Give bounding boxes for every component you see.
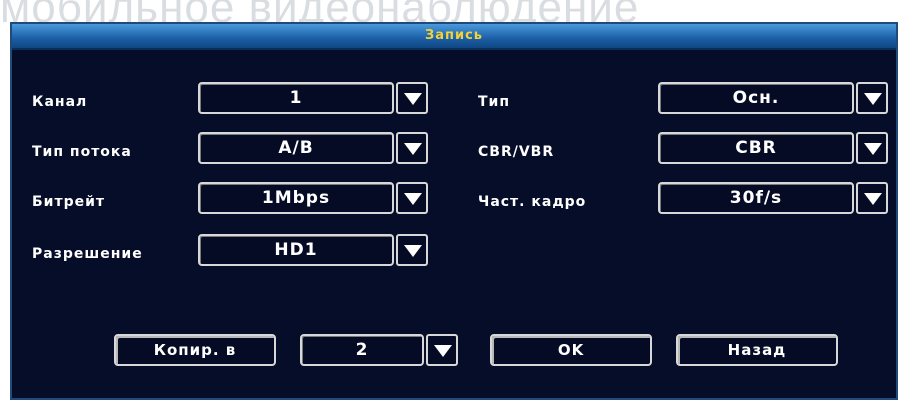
bitrate-label: Битрейт xyxy=(32,194,106,210)
cbr-vbr-dropdown-button[interactable] xyxy=(856,132,888,164)
triangle-down-icon xyxy=(404,93,422,105)
type-label: Тип xyxy=(478,94,511,110)
frame-rate-select[interactable]: 30f/s xyxy=(658,182,854,214)
copy-target-value: 2 xyxy=(355,340,369,360)
cbr-vbr-select[interactable]: CBR xyxy=(658,132,854,164)
triangle-down-icon xyxy=(404,193,422,205)
type-select[interactable]: Осн. xyxy=(658,82,854,114)
resolution-dropdown-button[interactable] xyxy=(396,234,428,266)
dialog-title: Запись xyxy=(424,28,484,43)
triangle-down-icon xyxy=(864,143,882,155)
cbr-vbr-value: CBR xyxy=(735,138,777,158)
triangle-down-icon xyxy=(404,143,422,155)
resolution-select[interactable]: HD1 xyxy=(198,234,394,266)
channel-dropdown-button[interactable] xyxy=(396,82,428,114)
cbr-vbr-label: CBR/VBR xyxy=(478,144,555,160)
back-button[interactable]: Назад xyxy=(676,334,838,366)
triangle-down-icon xyxy=(864,93,882,105)
bitrate-dropdown-button[interactable] xyxy=(396,182,428,214)
channel-label: Канал xyxy=(32,94,88,110)
recording-settings-dialog: Запись Канал 1 Тип Осн. Тип потока А/В C… xyxy=(10,22,898,400)
frame-rate-dropdown-button[interactable] xyxy=(856,182,888,214)
bitrate-value: 1Mbps xyxy=(261,188,331,208)
channel-value: 1 xyxy=(289,88,303,108)
copy-to-button[interactable]: Копир. в xyxy=(114,334,276,366)
frame-rate-label: Част. кадро xyxy=(478,194,587,210)
resolution-value: HD1 xyxy=(274,240,318,260)
copy-target-dropdown-button[interactable] xyxy=(426,334,458,366)
ok-button[interactable]: OK xyxy=(490,334,652,366)
copy-target-select[interactable]: 2 xyxy=(300,334,424,366)
dialog-titlebar: Запись xyxy=(12,24,896,50)
frame-rate-value: 30f/s xyxy=(729,188,783,208)
stream-type-value: А/В xyxy=(278,138,314,158)
type-dropdown-button[interactable] xyxy=(856,82,888,114)
resolution-label: Разрешение xyxy=(32,246,143,262)
stream-type-select[interactable]: А/В xyxy=(198,132,394,164)
type-value: Осн. xyxy=(732,88,780,108)
stream-type-label: Тип потока xyxy=(32,144,132,160)
triangle-down-icon xyxy=(434,345,452,357)
bitrate-select[interactable]: 1Mbps xyxy=(198,182,394,214)
stream-type-dropdown-button[interactable] xyxy=(396,132,428,164)
channel-select[interactable]: 1 xyxy=(198,82,394,114)
triangle-down-icon xyxy=(864,193,882,205)
triangle-down-icon xyxy=(404,245,422,257)
